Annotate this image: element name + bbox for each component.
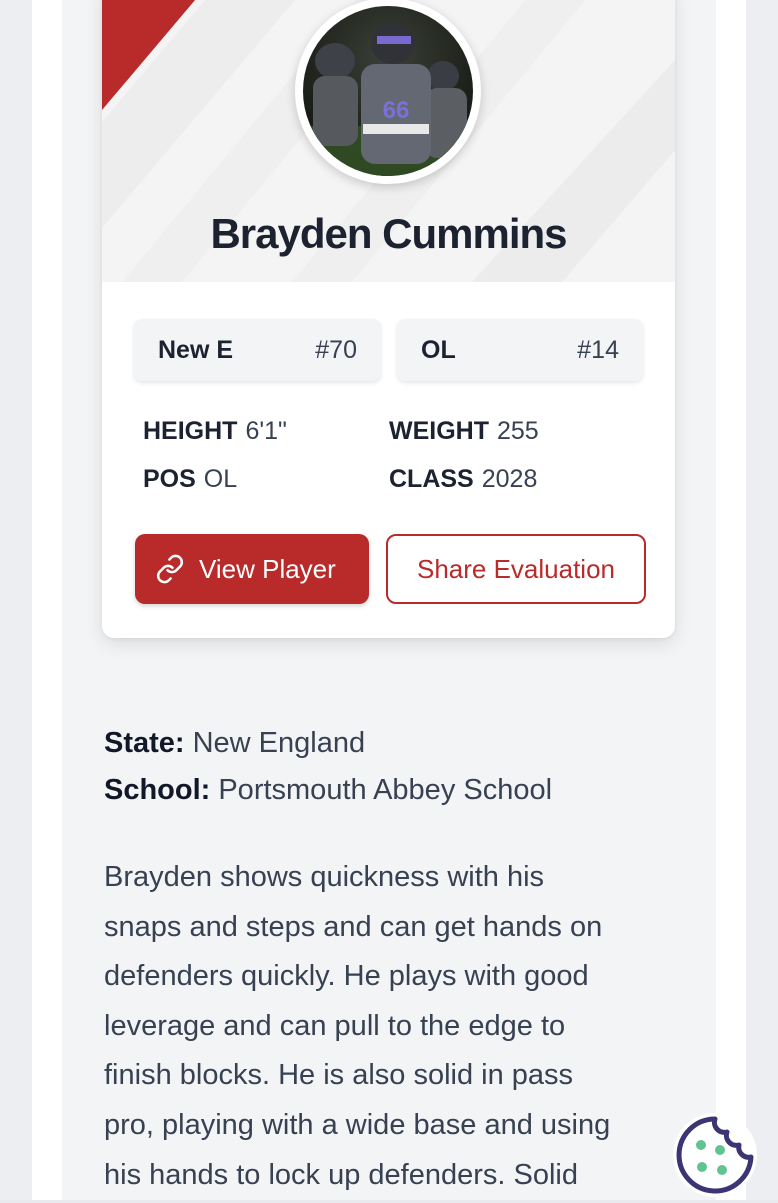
stat-weight-value: 255 [497,417,539,445]
view-player-button[interactable]: View Player [135,534,369,604]
stat-weight: WEIGHT 255 [389,417,539,446]
card-header: 66 Brayden Cummins [102,0,675,282]
school-label: School: [104,774,211,806]
stat-pos: POS OL [143,465,237,494]
stat-class: CLASS 2028 [389,465,537,494]
jersey-number: 66 [383,97,410,124]
player-card: 66 Brayden Cummins New E #70 OL #14 HEIG… [102,0,675,638]
team-rank: #70 [315,336,357,364]
stat-height-value: 6'1" [245,417,287,445]
bio-line: Brayden shows quickness with his [104,861,545,893]
state-label: State: [104,727,185,759]
avatar: 66 [295,0,481,184]
team-label: New E [158,336,234,364]
cookie-settings-button[interactable] [672,1112,758,1198]
bio-line: defenders quickly. He plays with good [104,960,589,993]
stat-class-label: CLASS [389,465,474,493]
stat-pos-label: POS [143,465,196,493]
bio-line: leverage and can pull to the edge to [104,1009,566,1042]
view-player-label: View Player [199,554,336,584]
stat-pos-value: OL [203,465,238,493]
bio-line: pro, playing with a wide base and using [104,1108,611,1141]
school-value: Portsmouth Abbey School [218,774,553,806]
position-rank-chip[interactable]: OL #14 [397,319,643,381]
position-label: OL [421,336,456,364]
player-name: Brayden Cummins [210,210,567,257]
evaluation-text: Brayden shows quickness with his snaps a… [104,853,684,1200]
state-value: New England [192,727,366,759]
bio-line: finish blocks. He is also solid in pass [104,1059,574,1092]
position-rank: #14 [577,336,619,364]
team-rank-chip[interactable]: New E #70 [134,319,381,381]
stat-height: HEIGHT 6'1" [143,417,287,446]
link-icon [156,554,184,584]
state-line: State: New England [104,727,365,760]
bio-line: snaps and steps and can get hands on [104,910,603,943]
cookie-icon [673,1113,757,1197]
stat-class-value: 2028 [481,465,538,493]
share-evaluation-button[interactable]: Share Evaluation [386,534,646,604]
player-photo: 66 [303,6,473,176]
stat-height-label: HEIGHT [143,417,238,445]
school-line: School: Portsmouth Abbey School [104,774,552,807]
stat-weight-label: WEIGHT [389,417,489,445]
bio-line: his hands to lock up defenders. Solid [104,1158,578,1191]
